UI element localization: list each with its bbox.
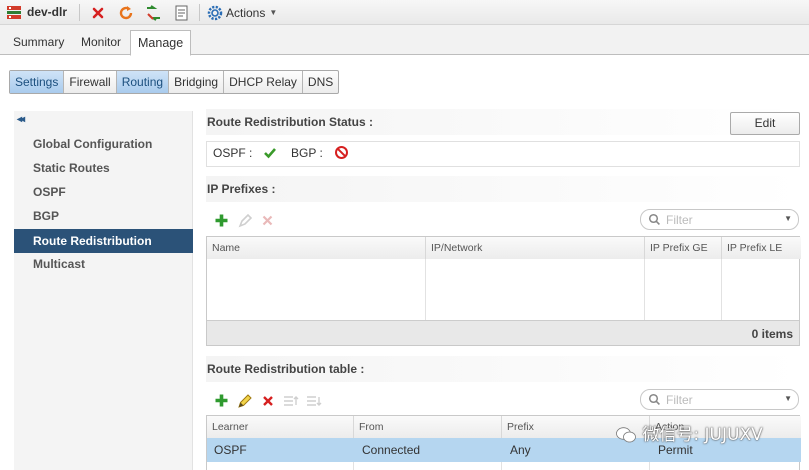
sidebar-item-route-redistribution[interactable]: Route Redistribution [14,229,193,253]
redistribution-section-title: Route Redistribution table : [207,362,365,376]
disabled-icon [334,145,349,160]
chevron-down-icon: ▼ [269,8,278,17]
status-section-header: Route Redistribution Status : [206,109,801,135]
prefixes-item-count: 0 items [751,327,793,341]
notes-icon[interactable] [173,4,190,21]
column-header-from[interactable]: From [354,416,502,438]
column-divider [353,462,354,470]
row-prefix: Any [510,443,531,457]
toolbar-separator [79,4,80,21]
sidebar-item-global-configuration[interactable]: Global Configuration [14,132,193,156]
migrate-icon[interactable] [145,4,162,21]
delete-prefix-icon[interactable] [262,215,273,226]
edit-button[interactable]: Edit [730,112,800,135]
sidebar-item-bgp[interactable]: BGP [14,204,193,228]
router-icon [6,5,22,20]
row-action: Permit [658,443,693,457]
search-icon [648,213,661,226]
redistribution-section-header: Route Redistribution table : [206,356,801,382]
prefixes-section-header: IP Prefixes : [206,176,801,202]
column-divider [644,259,645,320]
actions-label: Actions [226,5,266,20]
add-rule-icon[interactable] [214,393,229,408]
search-icon [648,393,661,406]
sidebar-item-multicast[interactable]: Multicast [14,252,193,276]
edit-rule-icon[interactable] [237,393,253,409]
subtab-settings[interactable]: Settings [10,71,65,93]
row-learner: OSPF [214,443,247,457]
column-divider [721,259,722,320]
subtab-firewall[interactable]: Firewall [64,71,117,93]
column-divider [649,462,650,470]
move-up-icon[interactable] [283,394,299,408]
gear-icon [207,5,223,21]
tab-manage[interactable]: Manage [130,30,192,56]
wechat-icon [615,426,637,444]
column-header-ip-prefix-ge[interactable]: IP Prefix GE [645,237,722,259]
column-header-ip-network[interactable]: IP/Network [426,237,645,259]
add-prefix-icon[interactable] [214,213,229,228]
prefix-filter-placeholder: Filter [666,213,693,227]
column-header-ip-prefix-le[interactable]: IP Prefix LE [722,237,801,259]
watermark-text: 微信号: JUJUXV [642,425,763,445]
chevron-down-icon: ▼ [784,214,792,223]
subtab-bridging[interactable]: Bridging [169,71,225,93]
row-from: Connected [362,443,421,457]
redistribution-filter-input[interactable]: Filter ▼ [640,389,799,410]
delete-rule-icon[interactable] [262,395,274,407]
status-section-title: Route Redistribution Status : [207,115,373,129]
app-title: dev-dlr [27,5,68,19]
column-header-learner[interactable]: Learner [207,416,354,438]
redistribution-filter-placeholder: Filter [666,393,693,407]
tab-monitor[interactable]: Monitor [74,32,128,55]
check-icon [263,146,277,160]
bgp-status-label: BGP : [291,146,323,160]
actions-menu[interactable]: Actions ▼ [207,3,277,22]
refresh-icon[interactable] [117,4,134,21]
subtab-group: Settings Firewall Routing Bridging DHCP … [9,70,340,94]
column-divider [501,462,502,470]
toolbar-separator [199,4,200,21]
subtab-routing[interactable]: Routing [116,71,170,93]
subtab-dhcp-relay[interactable]: DHCP Relay [224,71,303,93]
prefixes-table-footer: 0 items [207,320,799,345]
sidebar-item-ospf[interactable]: OSPF [14,180,193,204]
edit-prefix-icon[interactable] [238,213,253,228]
prefix-filter-input[interactable]: Filter ▼ [640,209,799,230]
tab-summary[interactable]: Summary [6,32,71,55]
subtab-dns[interactable]: DNS [303,71,338,93]
prefixes-table: Name IP/Network IP Prefix GE IP Prefix L… [206,236,801,346]
sidebar-item-static-routes[interactable]: Static Routes [14,156,193,180]
watermark: 微信号: JUJUXV [615,420,763,445]
chevron-down-icon: ▼ [784,394,792,403]
ospf-status-label: OSPF : [213,146,253,160]
collapse-icon[interactable]: ◂◂ [17,114,25,125]
column-header-name[interactable]: Name [207,237,426,259]
app-window: dev-dlr Actions ▼ Summary Monitor Manage… [0,0,809,470]
column-divider [425,259,426,320]
prefixes-section-title: IP Prefixes : [207,182,276,196]
move-down-icon[interactable] [306,394,322,408]
delete-icon[interactable] [89,4,106,21]
